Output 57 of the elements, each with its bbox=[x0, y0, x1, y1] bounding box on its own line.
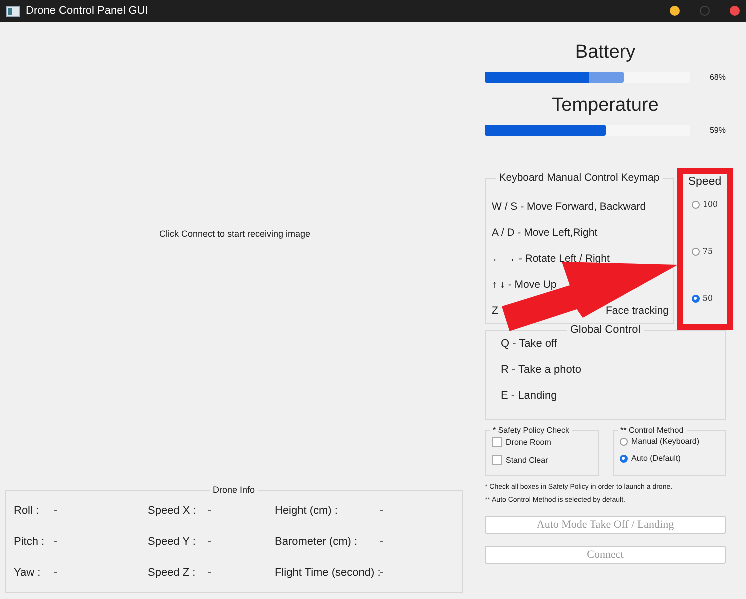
keymap-entry: Q - Take off bbox=[501, 338, 558, 350]
section-title: Battery bbox=[575, 42, 636, 64]
field-label: Speed X : bbox=[148, 505, 198, 518]
field-value: - bbox=[208, 505, 212, 518]
section-title: Temperature bbox=[552, 95, 659, 117]
radio-label: 50 bbox=[702, 294, 714, 303]
checkbox[interactable] bbox=[492, 455, 502, 465]
keymap-entry: Face tracking bbox=[606, 304, 669, 316]
radio-button[interactable] bbox=[692, 248, 700, 256]
panel-title: ** Control Method bbox=[620, 426, 685, 435]
panel-title: Drone Info bbox=[212, 485, 256, 495]
radio-button[interactable] bbox=[620, 454, 628, 462]
keymap-entry: E - Landing bbox=[501, 390, 558, 402]
checkbox-label: Drone Room bbox=[506, 438, 552, 446]
radio-button[interactable] bbox=[620, 438, 628, 446]
keymap-entry: ↑ ↓ - Move Up bbox=[492, 278, 557, 290]
keymap-entry: A / D - Move Left,Right bbox=[492, 226, 598, 238]
field-value: - bbox=[380, 536, 384, 549]
app-icon bbox=[6, 6, 20, 16]
field-value: - bbox=[380, 505, 384, 518]
field-value: - bbox=[54, 567, 58, 580]
field-label: Roll : bbox=[14, 505, 40, 518]
keymap-entry: R - Take a photo bbox=[501, 364, 583, 376]
radio-button[interactable] bbox=[692, 200, 700, 208]
keymap-entry: Z bbox=[492, 304, 498, 316]
field-label: Barometer (cm) : bbox=[275, 536, 359, 549]
radio-button[interactable] bbox=[692, 294, 700, 302]
field-label: Height (cm) : bbox=[275, 505, 339, 518]
field-value: - bbox=[208, 536, 212, 549]
maximize-button[interactable] bbox=[700, 6, 710, 16]
keymap-entry: ← → - Rotate Left / Right bbox=[492, 252, 610, 264]
field-value: - bbox=[54, 536, 58, 549]
keymap-entry: W / S - Move Forward, Backward bbox=[492, 200, 646, 212]
radio-label: 75 bbox=[702, 247, 714, 256]
close-button[interactable] bbox=[730, 6, 740, 16]
speed-title: Speed bbox=[688, 176, 722, 188]
window-title: Drone Control Panel GUI bbox=[26, 5, 148, 17]
radio-label: 100 bbox=[702, 200, 718, 209]
radio-label: Manual (Keyboard) bbox=[632, 437, 700, 446]
percent-reading: 68% bbox=[710, 73, 726, 82]
field-label: Speed Y : bbox=[148, 536, 197, 549]
checkbox[interactable] bbox=[492, 437, 502, 447]
field-label: Speed Z : bbox=[148, 567, 197, 580]
field-value: - bbox=[54, 505, 58, 518]
video-placeholder-text: Click Connect to start receiving image bbox=[159, 228, 311, 238]
panel-title: Keyboard Manual Control Keymap bbox=[498, 172, 661, 184]
panel-title: * Safety Policy Check bbox=[492, 426, 570, 435]
field-label: Yaw : bbox=[14, 567, 42, 580]
field-value: - bbox=[380, 567, 384, 580]
radio-label: Auto (Default) bbox=[632, 454, 681, 463]
field-label: Pitch : bbox=[14, 536, 46, 549]
percent-reading: 59% bbox=[710, 126, 726, 135]
field-label: Flight Time (second) : bbox=[275, 567, 380, 580]
checkbox-label: Stand Clear bbox=[506, 456, 548, 464]
minimize-button[interactable] bbox=[670, 6, 680, 16]
panel-title: Global Control bbox=[569, 324, 642, 336]
field-value: - bbox=[208, 567, 212, 580]
